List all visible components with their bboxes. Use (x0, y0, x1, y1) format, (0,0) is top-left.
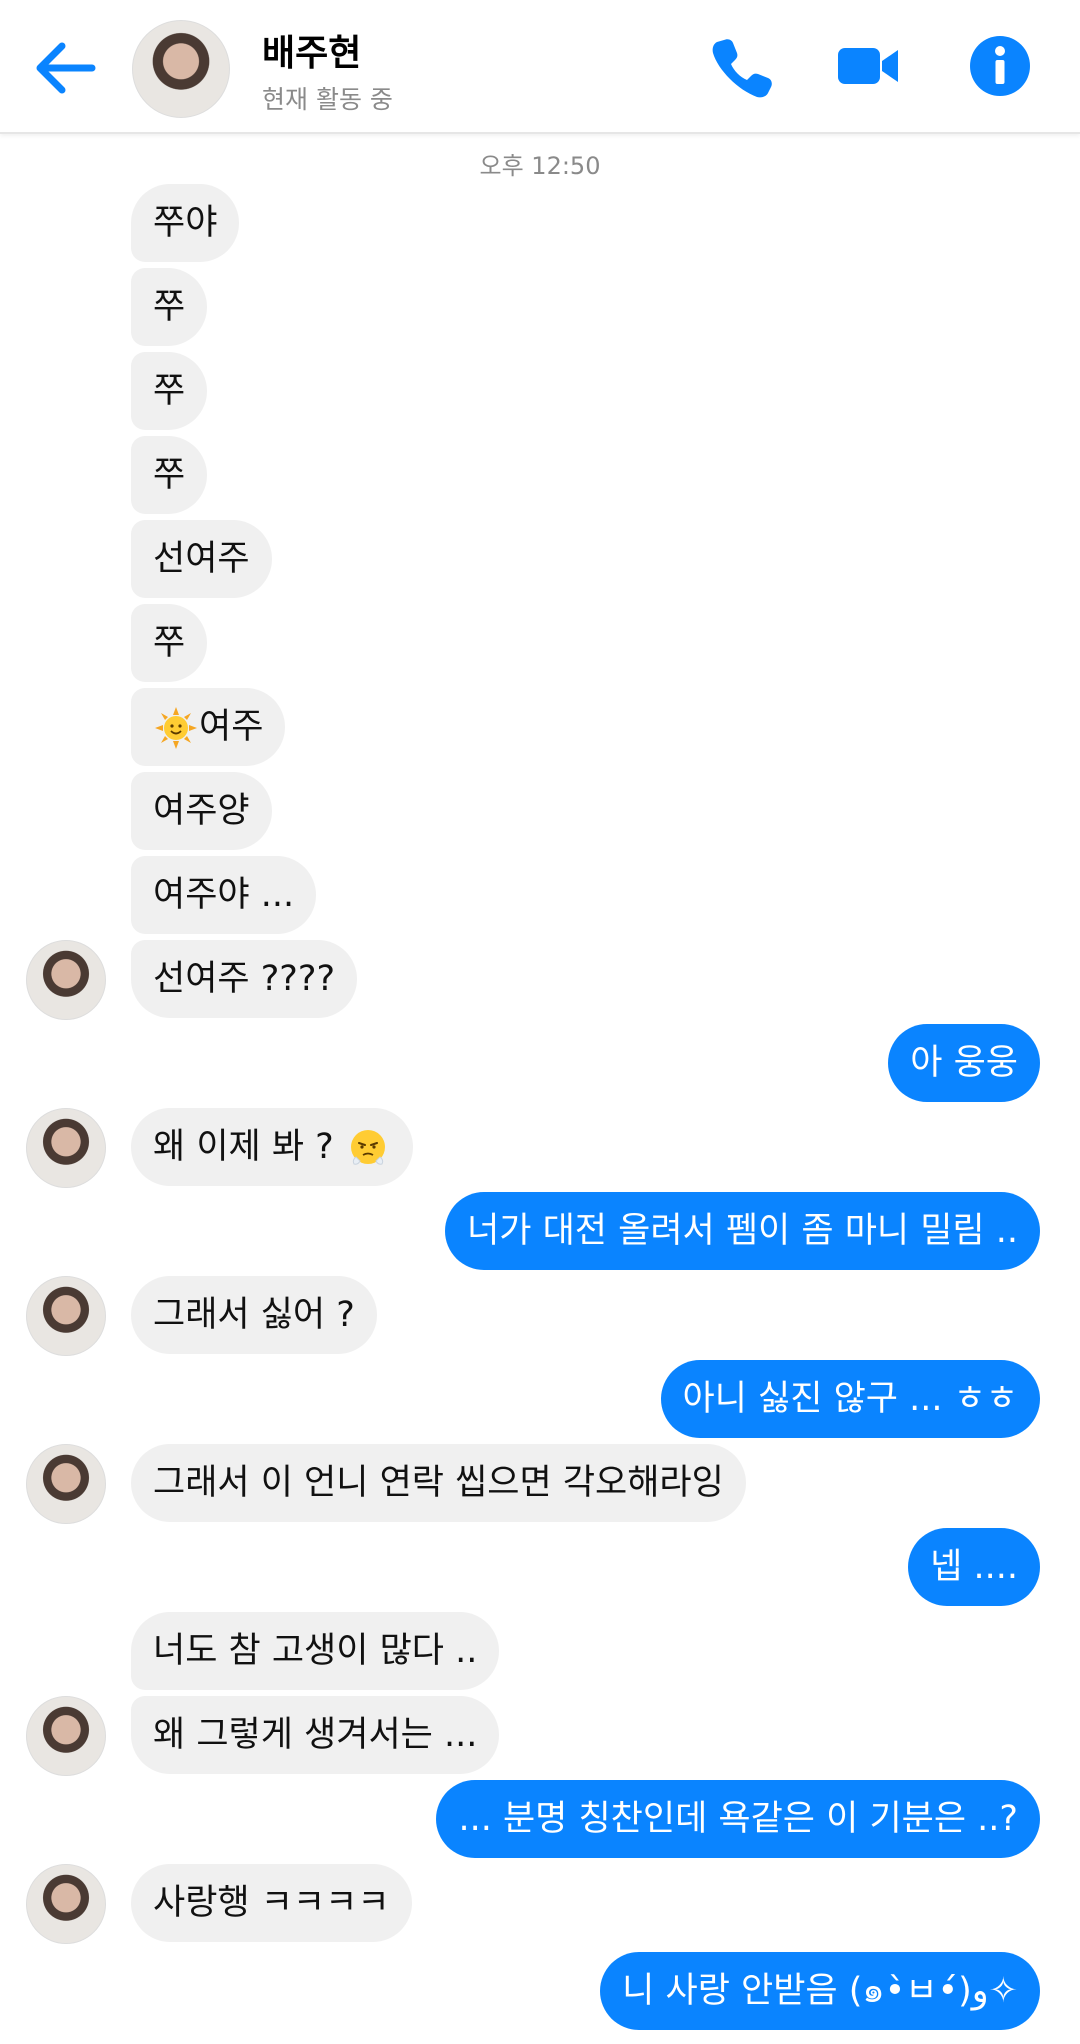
received-message[interactable]: 쭈야 (131, 184, 240, 262)
received-message[interactable]: 선여주 ???? (131, 940, 358, 1018)
received-message[interactable]: 선여주 (131, 520, 272, 598)
received-message[interactable]: 그래서 싫어 ? (131, 1276, 377, 1354)
received-message[interactable]: 쭈 (131, 604, 208, 682)
received-message[interactable]: 왜 그렇게 생겨서는 ... (131, 1696, 500, 1774)
received-message[interactable]: 왜 이제 봐 ? (131, 1108, 413, 1186)
sent-message[interactable]: ... 분명 칭찬인데 욕같은 이 기분은 ..? (436, 1780, 1040, 1858)
contact-name[interactable]: 배주현 (262, 24, 361, 76)
message-timestamp: 오후 12:50 (479, 152, 601, 180)
info-icon[interactable] (968, 34, 1032, 98)
phone-icon[interactable] (710, 34, 774, 98)
received-message[interactable]: 쭈 (131, 436, 208, 514)
contact-avatar[interactable] (132, 20, 230, 118)
sender-avatar[interactable] (26, 1108, 106, 1188)
received-message[interactable]: 너도 참 고생이 많다 .. (131, 1612, 500, 1690)
video-camera-icon[interactable] (836, 34, 900, 98)
received-message[interactable]: 그래서 이 언니 연락 씹으면 각오해라잉 (131, 1444, 746, 1522)
received-message[interactable]: 쭈 (131, 268, 208, 346)
sent-message[interactable]: 너가 대전 올려서 펨이 좀 마니 밀림 .. (445, 1192, 1040, 1270)
received-message[interactable]: 여주 (131, 688, 286, 766)
active-status: 현재 활동 중 (262, 85, 393, 114)
chat-header: 배주현 현재 활동 중 (0, 0, 1080, 134)
received-message[interactable]: 여주야 ... (131, 856, 317, 934)
sent-message[interactable]: 니 사랑 안받음 (๑•̀ㅂ•́)و✧ (600, 1952, 1040, 2030)
sender-avatar[interactable] (26, 1444, 106, 1524)
huffing-face-emoji-icon (350, 1130, 385, 1165)
received-message[interactable]: 쭈 (131, 352, 208, 430)
sender-avatar[interactable] (26, 1276, 106, 1356)
sender-avatar[interactable] (26, 940, 106, 1020)
sent-message[interactable]: 아 웅웅 (888, 1024, 1040, 1102)
sun-face-emoji-icon (155, 707, 197, 749)
received-message[interactable]: 사랑행 ㅋㅋㅋㅋ (131, 1864, 412, 1942)
received-message[interactable]: 여주양 (131, 772, 272, 850)
sent-message[interactable]: 넵 .... (908, 1528, 1040, 1606)
back-arrow-icon[interactable] (30, 36, 100, 100)
sent-message[interactable]: 아니 싫진 않구 ... ㅎㅎ (660, 1360, 1040, 1438)
sender-avatar[interactable] (26, 1864, 106, 1944)
sender-avatar[interactable] (26, 1696, 106, 1776)
